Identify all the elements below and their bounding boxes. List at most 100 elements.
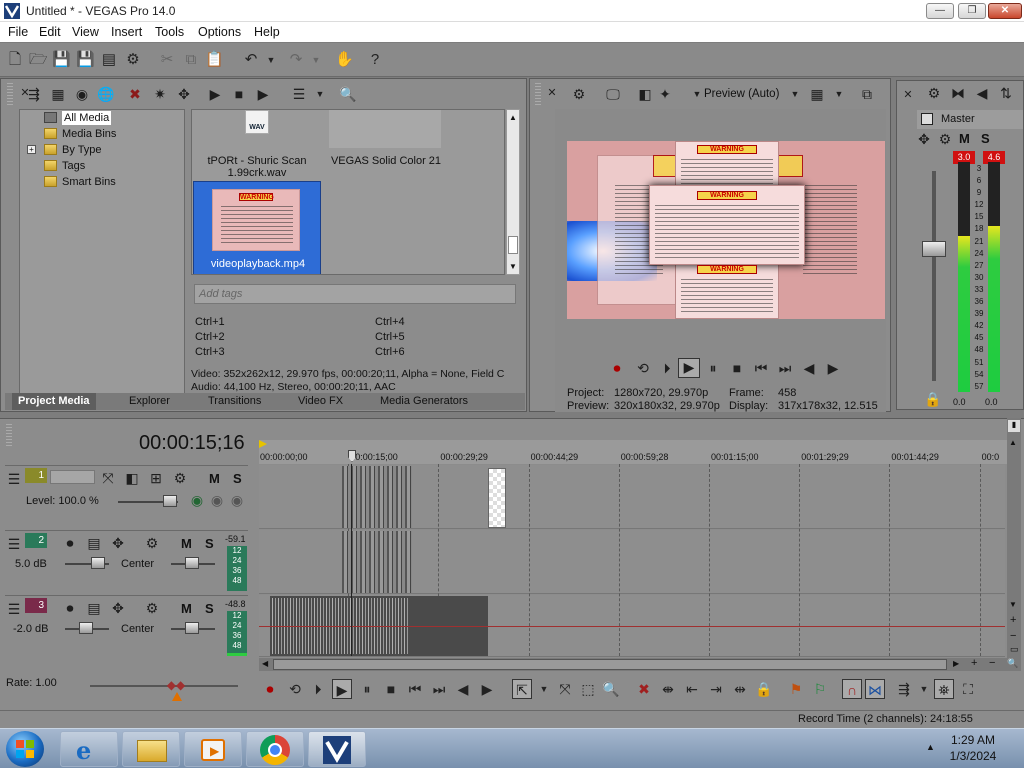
quality-dropdown-icon[interactable]: ▼ bbox=[786, 86, 804, 102]
record-icon[interactable]: ⏺ bbox=[608, 360, 626, 376]
timeline-hscroll[interactable]: ◀ ▶ + − 🔍 bbox=[259, 657, 1021, 671]
split-icon[interactable]: ⇹ bbox=[730, 679, 750, 699]
play-from-start-icon[interactable]: ⏵ bbox=[658, 360, 676, 376]
menu-view[interactable]: View bbox=[72, 25, 99, 39]
track-motion-icon[interactable]: ⤧ bbox=[99, 470, 117, 486]
wav-file-icon[interactable]: WAV bbox=[245, 110, 269, 134]
tools-icon[interactable]: ✥ bbox=[175, 86, 193, 102]
undo-dropdown-icon[interactable]: ▼ bbox=[262, 51, 280, 69]
track1-solo[interactable]: S bbox=[233, 471, 242, 486]
expand-icon[interactable]: + bbox=[27, 145, 36, 154]
invert-phase-icon[interactable]: ▤ bbox=[85, 600, 103, 616]
preview-video-frame[interactable]: WARNING WARNING WARNING WARNING bbox=[567, 141, 885, 319]
views-icon[interactable]: ☰ bbox=[290, 86, 308, 102]
close-button[interactable]: ✕ bbox=[988, 3, 1022, 19]
menu-insert[interactable]: Insert bbox=[111, 25, 142, 39]
capture-icon[interactable]: ▦ bbox=[49, 86, 67, 102]
menu-file[interactable]: File bbox=[8, 25, 28, 39]
track-settings-icon[interactable]: ⚙ bbox=[143, 600, 161, 616]
rate-slider-thumb[interactable]: ◆◆ bbox=[164, 678, 188, 692]
save-icon[interactable]: 💾 bbox=[52, 51, 71, 69]
lock-icon[interactable]: 🔒 bbox=[754, 679, 774, 699]
lock-envelopes-icon[interactable]: ⛯ bbox=[934, 679, 954, 699]
timeline-timecode[interactable]: 00:00:15;16 bbox=[0, 428, 258, 462]
zoom-out-horizontal-icon[interactable]: − bbox=[989, 657, 995, 669]
parent-motion-icon[interactable]: ◉ bbox=[228, 492, 246, 508]
master-fader-thumb[interactable] bbox=[922, 241, 946, 257]
volume-envelope-line[interactable] bbox=[259, 626, 1005, 627]
save-as-icon[interactable]: 💾 bbox=[76, 51, 95, 69]
edit-tool-icon[interactable]: ✋ bbox=[335, 51, 354, 69]
stop-icon[interactable]: ■ bbox=[728, 360, 746, 376]
web-icon[interactable]: 🌐 bbox=[97, 86, 115, 102]
selection-tool-icon[interactable]: ⬚ bbox=[578, 679, 598, 699]
track-settings-icon[interactable]: ⚙ bbox=[143, 535, 161, 551]
insert-marker-icon[interactable]: ⚑ bbox=[786, 679, 806, 699]
video-event-clip[interactable] bbox=[342, 466, 412, 528]
views-dropdown-icon[interactable]: ▼ bbox=[311, 86, 329, 102]
zoom-tool-icon[interactable]: 🔍 bbox=[1007, 658, 1018, 669]
lock-icon[interactable]: 🔒 bbox=[924, 391, 942, 407]
copy-icon[interactable]: ⧉ bbox=[182, 51, 200, 69]
solid-color-event[interactable] bbox=[488, 468, 506, 528]
delete-icon[interactable]: ✖ bbox=[634, 679, 654, 699]
start-button[interactable] bbox=[6, 731, 44, 767]
marker-icon[interactable]: ▮ bbox=[1008, 420, 1020, 432]
hscroll-thumb[interactable] bbox=[273, 659, 947, 670]
menu-options[interactable]: Options bbox=[198, 25, 241, 39]
overlays-dropdown-icon[interactable]: ▼ bbox=[830, 86, 848, 102]
media-list-scrollbar[interactable]: ▲ ▼ bbox=[506, 109, 520, 275]
arm-record-icon[interactable]: ⏺ bbox=[61, 535, 79, 551]
envelope-tool-icon[interactable]: ⤧ bbox=[555, 679, 575, 699]
taskbar-explorer[interactable] bbox=[122, 731, 180, 767]
track-name-field[interactable] bbox=[50, 470, 95, 484]
zoom-out-vertical-icon[interactable]: − bbox=[1010, 630, 1016, 642]
master-select-icon[interactable] bbox=[921, 113, 933, 125]
tab-transitions[interactable]: Transitions bbox=[208, 395, 261, 407]
track-header-3[interactable]: ☰ 3 ⏺ ▤ ✥ ⚙ M S -2.0 dB Center -48.8 12 2… bbox=[5, 595, 248, 659]
track1-mute[interactable]: M bbox=[209, 471, 220, 486]
master-settings-icon[interactable]: ⚙ bbox=[936, 131, 954, 147]
track-number-3[interactable]: 3 bbox=[25, 598, 47, 613]
track3-solo[interactable]: S bbox=[205, 601, 214, 616]
mixer-settings-icon[interactable]: ⚙ bbox=[925, 85, 943, 101]
track-settings-icon[interactable]: ⚙ bbox=[171, 470, 189, 486]
search-icon[interactable]: 🔍 bbox=[339, 86, 357, 102]
scrollbar-thumb[interactable] bbox=[508, 236, 518, 254]
track3-mute[interactable]: M bbox=[181, 601, 192, 616]
loop-icon[interactable]: ⟲ bbox=[634, 360, 652, 376]
master-solo-button[interactable]: S bbox=[981, 131, 990, 146]
close-preview-icon[interactable]: ✕ bbox=[543, 85, 561, 101]
pause-icon[interactable]: ⏸ bbox=[357, 679, 377, 699]
tree-tags[interactable]: Tags bbox=[44, 159, 85, 173]
go-to-start-icon[interactable]: ⏮ bbox=[752, 360, 770, 376]
get-media-icon[interactable]: ◉ bbox=[73, 86, 91, 102]
loop-icon[interactable]: ⟲ bbox=[285, 679, 305, 699]
auto-crossfade-icon[interactable]: ⋈ bbox=[865, 679, 885, 699]
timeline-vscroll[interactable]: ▮ ▲ ▼ + − ▭ bbox=[1007, 418, 1021, 658]
ignore-grouping-icon[interactable]: ⛶ bbox=[958, 679, 978, 699]
scroll-down-icon[interactable]: ▼ bbox=[509, 262, 517, 271]
maximize-button[interactable]: ❐ bbox=[958, 3, 986, 19]
scroll-down-icon[interactable]: ▼ bbox=[1009, 600, 1017, 609]
collapse-icon[interactable]: ☰ bbox=[5, 601, 23, 617]
audio-event-clip-2[interactable] bbox=[342, 531, 412, 593]
track2-solo[interactable]: S bbox=[205, 536, 214, 551]
track-fx-icon[interactable]: ✥ bbox=[109, 535, 127, 551]
scroll-up-icon[interactable]: ▲ bbox=[509, 113, 517, 122]
media-item-solid-color[interactable]: VEGAS Solid Color 21 bbox=[324, 155, 448, 167]
play-from-start-icon[interactable]: ⏵ bbox=[308, 679, 328, 699]
play-icon[interactable]: ▶ bbox=[332, 679, 352, 699]
zoom-tool-icon[interactable]: 🔍 bbox=[601, 679, 621, 699]
ripple-dropdown-icon[interactable]: ▼ bbox=[914, 679, 934, 699]
taskbar-media-player[interactable]: ▶ bbox=[184, 731, 242, 767]
media-fx-icon[interactable]: ✷ bbox=[151, 86, 169, 102]
new-icon[interactable]: 🗋 bbox=[6, 51, 24, 69]
tree-smart-bins[interactable]: Smart Bins bbox=[44, 175, 116, 189]
ripple-edit-icon[interactable]: ⇶ bbox=[894, 679, 914, 699]
tree-all-media[interactable]: All Media bbox=[44, 111, 112, 125]
track1-level-slider[interactable] bbox=[163, 495, 177, 507]
paste-icon[interactable]: 📋 bbox=[205, 51, 224, 69]
downmix-icon[interactable]: ◀ bbox=[973, 85, 991, 101]
close-mixer-icon[interactable]: ✕ bbox=[899, 87, 917, 103]
